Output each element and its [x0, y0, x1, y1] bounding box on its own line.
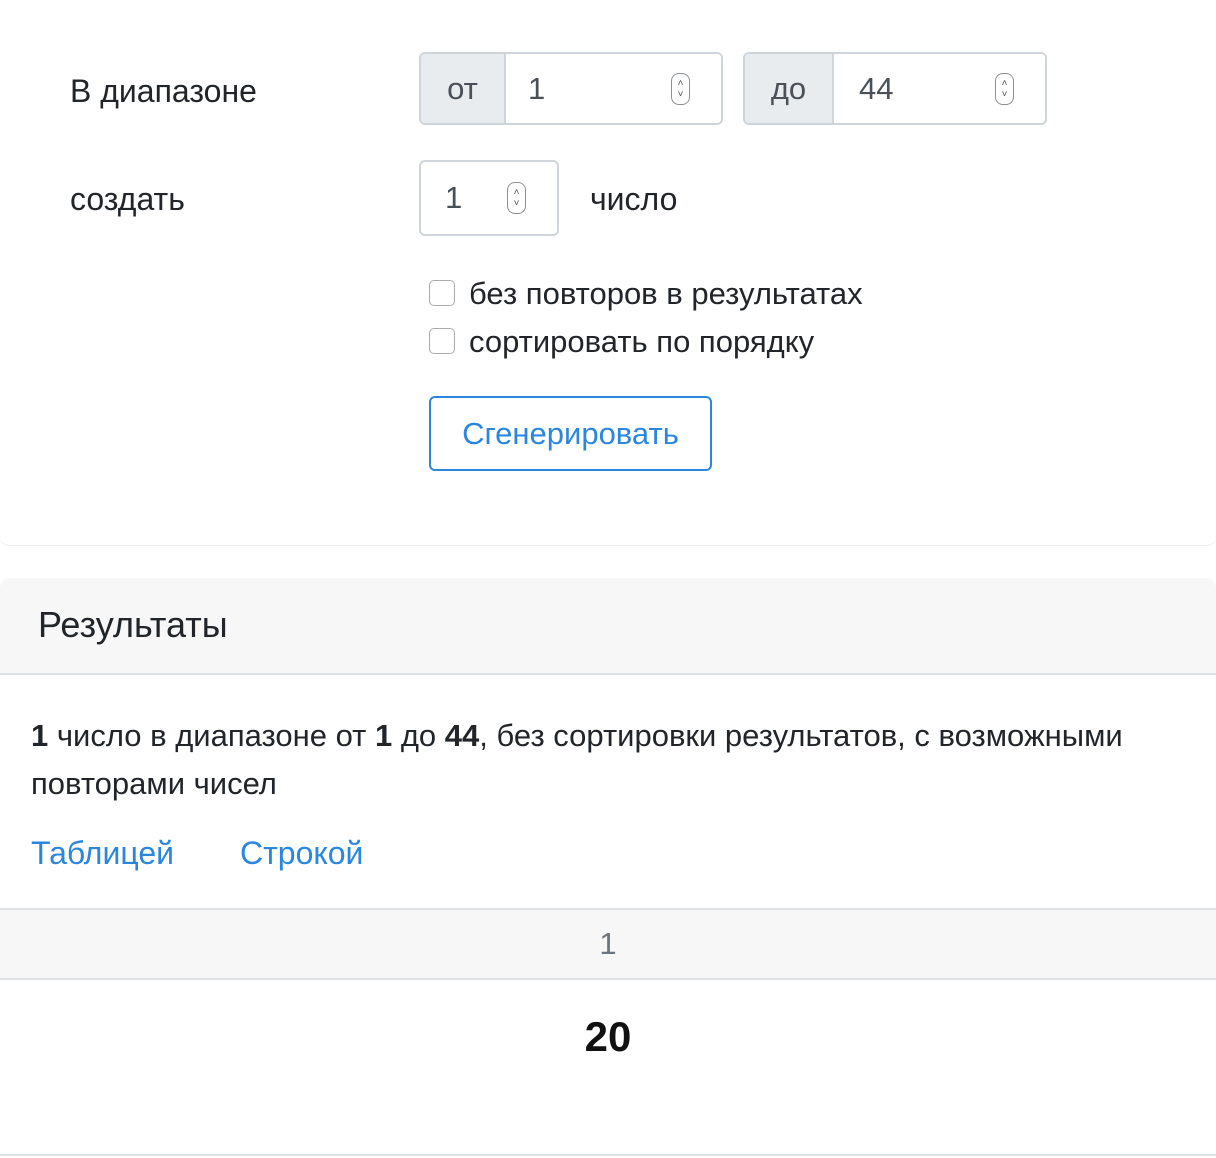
results-table-row: 20 — [0, 980, 1216, 1094]
from-input[interactable]: 1 ˄ ˅ — [506, 54, 721, 123]
from-input-value: 1 — [528, 70, 546, 106]
summary-from: 1 — [374, 718, 393, 753]
card-gap — [0, 546, 1216, 578]
summary-count: 1 — [31, 718, 49, 753]
tab-table[interactable]: Таблицей — [31, 835, 174, 872]
to-input-value: 44 — [859, 70, 894, 106]
unique-checkbox[interactable] — [429, 280, 455, 306]
sort-checkbox[interactable] — [429, 328, 455, 354]
summary-text-1: число в диапазоне от — [48, 718, 375, 753]
from-input-group: от 1 ˄ ˅ — [419, 52, 723, 125]
result-value: 20 — [584, 1013, 632, 1060]
table-bottom-border — [0, 1154, 1216, 1156]
count-input-value: 1 — [445, 180, 463, 215]
summary-to: 44 — [444, 718, 480, 753]
to-input[interactable]: 44 ˄ ˅ — [834, 54, 1045, 123]
to-addon: до — [745, 54, 834, 123]
from-spinner-icon[interactable]: ˄ ˅ — [671, 72, 690, 105]
table-header-cell: 1 — [599, 926, 617, 961]
to-input-group: до 44 ˄ ˅ — [743, 52, 1047, 125]
tab-string[interactable]: Строкой — [240, 835, 363, 872]
count-suffix: число — [590, 181, 678, 217]
generate-button[interactable]: Сгенерировать — [429, 396, 712, 471]
from-addon: от — [421, 54, 506, 123]
range-label: В диапазоне — [70, 73, 257, 109]
create-label: создать — [70, 181, 185, 217]
count-input[interactable]: 1 ˄ ˅ — [421, 162, 557, 234]
unique-checkbox-label[interactable]: без повторов в результатах — [469, 276, 863, 312]
count-input-group: 1 ˄ ˅ — [419, 160, 559, 236]
to-spinner-icon[interactable]: ˄ ˅ — [995, 72, 1014, 105]
results-summary: 1 число в диапазоне от 1 до 44, без сорт… — [31, 712, 1206, 808]
results-title: Результаты — [38, 604, 228, 645]
results-table-header: 1 — [0, 908, 1216, 980]
summary-text-2: до — [392, 718, 445, 753]
sort-checkbox-label[interactable]: сортировать по порядку — [469, 324, 814, 360]
count-spinner-icon[interactable]: ˄ ˅ — [507, 182, 526, 214]
